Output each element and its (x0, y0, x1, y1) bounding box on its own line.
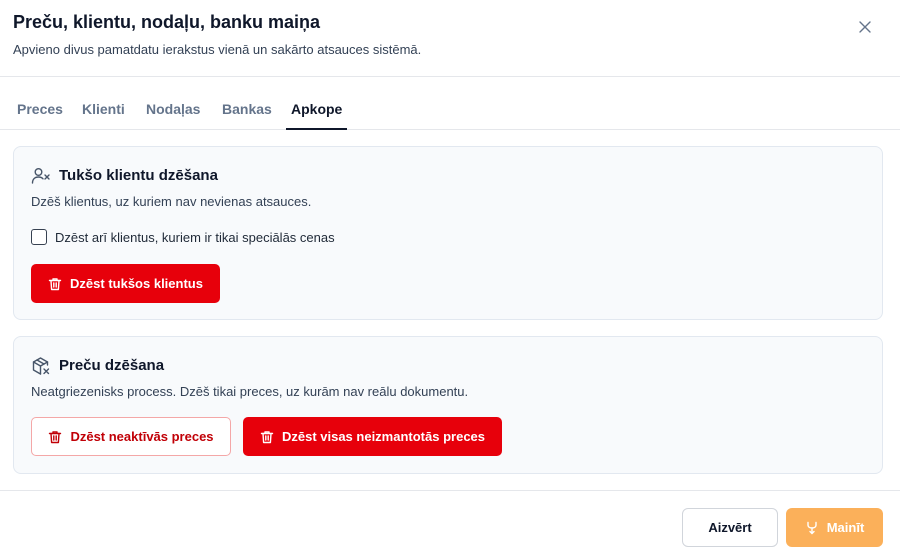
delete-empty-clients-button[interactable]: Dzēst tukšos klientus (31, 264, 220, 303)
dialog-header: Preču, klientu, nodaļu, banku maiņa Apvi… (0, 0, 900, 77)
empty-clients-title: Tukšo klientu dzēšana (59, 167, 218, 184)
special-prices-checkbox-label: Dzēst arī klientus, kuriem ir tikai spec… (55, 229, 335, 245)
dialog-subtitle: Apvieno divus pamatdatu ierakstus vienā … (13, 42, 422, 57)
tab-nodalas[interactable]: Nodaļas (146, 77, 200, 130)
close-icon (859, 21, 871, 33)
empty-clients-card: Tukšo klientu dzēšana Dzēš klientus, uz … (13, 146, 883, 320)
merge-icon (807, 521, 817, 534)
dialog-title: Preču, klientu, nodaļu, banku maiņa (13, 12, 321, 32)
tab-preces[interactable]: Preces (17, 77, 63, 130)
close-dialog-button[interactable]: Aizvērt (682, 508, 778, 547)
delete-inactive-products-button[interactable]: Dzēst neaktīvās preces (31, 417, 231, 456)
trash-icon (48, 277, 62, 290)
delete-unused-products-label: Dzēst visas neizmantotās preces (281, 429, 486, 444)
trash-icon (260, 430, 274, 443)
tab-apkope[interactable]: Apkope (285, 77, 348, 130)
tab-bankas[interactable]: Bankas (222, 77, 272, 130)
special-prices-checkbox-row[interactable]: Dzēst arī klientus, kuriem ir tikai spec… (31, 229, 335, 245)
merge-label: Mainīt (826, 520, 865, 535)
delete-unused-products-button[interactable]: Dzēst visas neizmantotās preces (243, 417, 502, 456)
tab-bar: Preces Klienti Nodaļas Bankas Apkope (0, 77, 900, 130)
delete-empty-clients-label: Dzēst tukšos klientus (70, 276, 203, 291)
package-x-icon (32, 357, 50, 375)
tab-klienti[interactable]: Klienti (82, 77, 125, 130)
trash-icon (49, 430, 62, 443)
delete-inactive-products-label: Dzēst neaktīvās preces (70, 429, 214, 444)
product-deletion-title: Preču dzēšana (59, 357, 165, 374)
dialog-footer: Aizvērt Mainīt (0, 490, 900, 557)
product-deletion-description: Neatgriezenisks process. Dzēš tikai prec… (31, 384, 469, 399)
special-prices-checkbox[interactable] (31, 229, 47, 245)
product-deletion-card: Preču dzēšana Neatgriezenisks process. D… (13, 336, 883, 474)
user-x-icon (31, 168, 50, 184)
close-button[interactable] (852, 14, 878, 40)
close-dialog-label: Aizvērt (708, 520, 752, 535)
merge-button[interactable]: Mainīt (786, 508, 883, 547)
empty-clients-description: Dzēš klientus, uz kuriem nav nevienas at… (31, 194, 312, 209)
